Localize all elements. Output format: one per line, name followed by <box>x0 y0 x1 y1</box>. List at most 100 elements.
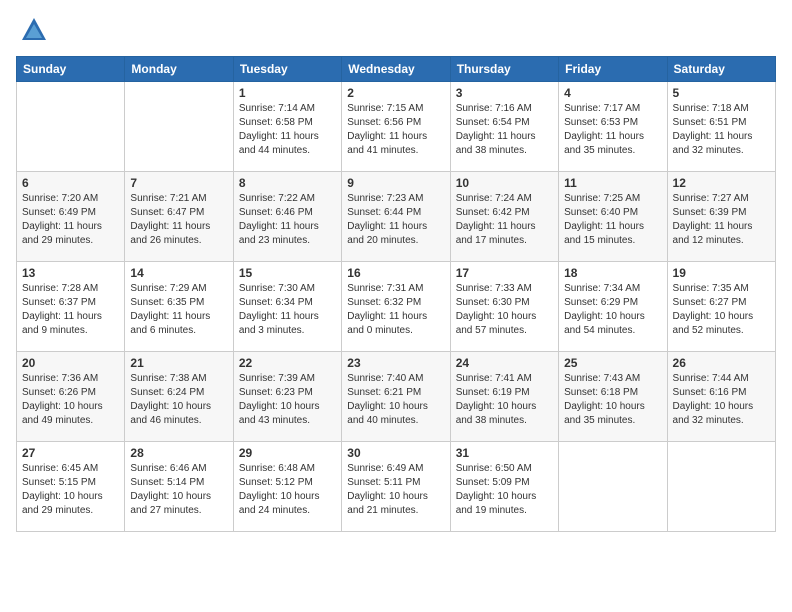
day-info: Sunrise: 7:22 AM Sunset: 6:46 PM Dayligh… <box>239 192 336 248</box>
calendar-cell: 7 Sunrise: 7:21 AM Sunset: 6:47 PM Daylig… <box>125 172 233 262</box>
day-info: Sunrise: 7:40 AM Sunset: 6:21 PM Dayligh… <box>347 372 444 428</box>
header-friday: Friday <box>559 57 667 82</box>
week-row-5: 27 Sunrise: 6:45 AM Sunset: 5:15 PM Dayli… <box>17 442 776 532</box>
day-info: Sunrise: 7:39 AM Sunset: 6:23 PM Dayligh… <box>239 372 336 428</box>
day-number: 6 <box>22 176 119 190</box>
calendar-cell <box>125 82 233 172</box>
week-row-1: 1 Sunrise: 7:14 AM Sunset: 6:58 PM Daylig… <box>17 82 776 172</box>
day-info: Sunrise: 7:23 AM Sunset: 6:44 PM Dayligh… <box>347 192 444 248</box>
day-info: Sunrise: 6:49 AM Sunset: 5:11 PM Dayligh… <box>347 462 444 518</box>
calendar-cell: 23 Sunrise: 7:40 AM Sunset: 6:21 PM Dayli… <box>342 352 450 442</box>
calendar-cell: 14 Sunrise: 7:29 AM Sunset: 6:35 PM Dayli… <box>125 262 233 352</box>
day-number: 22 <box>239 356 336 370</box>
calendar-cell: 17Sunrise: 7:33 AM Sunset: 6:30 PM Dayli… <box>450 262 558 352</box>
logo-icon <box>20 16 48 44</box>
page: Sunday Monday Tuesday Wednesday Thursday… <box>0 0 792 612</box>
calendar-cell: 18Sunrise: 7:34 AM Sunset: 6:29 PM Dayli… <box>559 262 667 352</box>
day-number: 17 <box>456 266 553 280</box>
day-number: 2 <box>347 86 444 100</box>
day-number: 14 <box>130 266 227 280</box>
week-row-2: 6 Sunrise: 7:20 AM Sunset: 6:49 PM Daylig… <box>17 172 776 262</box>
day-number: 8 <box>239 176 336 190</box>
day-number: 5 <box>673 86 770 100</box>
day-number: 26 <box>673 356 770 370</box>
day-info: Sunrise: 7:27 AM Sunset: 6:39 PM Dayligh… <box>673 192 770 248</box>
day-number: 3 <box>456 86 553 100</box>
calendar-cell: 22 Sunrise: 7:39 AM Sunset: 6:23 PM Dayli… <box>233 352 341 442</box>
day-info: Sunrise: 7:35 AM Sunset: 6:27 PM Dayligh… <box>673 282 770 338</box>
day-number: 1 <box>239 86 336 100</box>
calendar-cell: 6 Sunrise: 7:20 AM Sunset: 6:49 PM Daylig… <box>17 172 125 262</box>
calendar-cell: 27 Sunrise: 6:45 AM Sunset: 5:15 PM Dayli… <box>17 442 125 532</box>
calendar-cell: 12 Sunrise: 7:27 AM Sunset: 6:39 PM Dayli… <box>667 172 775 262</box>
calendar-cell: 19 Sunrise: 7:35 AM Sunset: 6:27 PM Dayli… <box>667 262 775 352</box>
calendar-cell: 30 Sunrise: 6:49 AM Sunset: 5:11 PM Dayli… <box>342 442 450 532</box>
calendar-cell: 3 Sunrise: 7:16 AM Sunset: 6:54 PM Daylig… <box>450 82 558 172</box>
day-info: Sunrise: 7:44 AM Sunset: 6:16 PM Dayligh… <box>673 372 770 428</box>
day-number: 27 <box>22 446 119 460</box>
header-tuesday: Tuesday <box>233 57 341 82</box>
calendar-cell: 25Sunrise: 7:43 AM Sunset: 6:18 PM Dayli… <box>559 352 667 442</box>
day-number: 11 <box>564 176 661 190</box>
day-info: Sunrise: 7:14 AM Sunset: 6:58 PM Dayligh… <box>239 102 336 158</box>
day-info: Sunrise: 7:16 AM Sunset: 6:54 PM Dayligh… <box>456 102 553 158</box>
calendar-cell: 26 Sunrise: 7:44 AM Sunset: 6:16 PM Dayli… <box>667 352 775 442</box>
weekday-header-row: Sunday Monday Tuesday Wednesday Thursday… <box>17 57 776 82</box>
day-info: Sunrise: 7:20 AM Sunset: 6:49 PM Dayligh… <box>22 192 119 248</box>
day-number: 29 <box>239 446 336 460</box>
day-number: 15 <box>239 266 336 280</box>
header-monday: Monday <box>125 57 233 82</box>
calendar-cell <box>559 442 667 532</box>
calendar-cell <box>17 82 125 172</box>
day-info: Sunrise: 7:24 AM Sunset: 6:42 PM Dayligh… <box>456 192 553 248</box>
calendar-cell: 8 Sunrise: 7:22 AM Sunset: 6:46 PM Daylig… <box>233 172 341 262</box>
header-wednesday: Wednesday <box>342 57 450 82</box>
calendar-cell: 24Sunrise: 7:41 AM Sunset: 6:19 PM Dayli… <box>450 352 558 442</box>
day-info: Sunrise: 7:29 AM Sunset: 6:35 PM Dayligh… <box>130 282 227 338</box>
day-info: Sunrise: 7:30 AM Sunset: 6:34 PM Dayligh… <box>239 282 336 338</box>
calendar-cell: 9 Sunrise: 7:23 AM Sunset: 6:44 PM Daylig… <box>342 172 450 262</box>
day-number: 10 <box>456 176 553 190</box>
calendar-cell: 16 Sunrise: 7:31 AM Sunset: 6:32 PM Dayli… <box>342 262 450 352</box>
calendar-cell: 20Sunrise: 7:36 AM Sunset: 6:26 PM Dayli… <box>17 352 125 442</box>
calendar-cell: 4Sunrise: 7:17 AM Sunset: 6:53 PM Daylig… <box>559 82 667 172</box>
day-number: 19 <box>673 266 770 280</box>
day-number: 20 <box>22 356 119 370</box>
calendar-cell: 13 Sunrise: 7:28 AM Sunset: 6:37 PM Dayli… <box>17 262 125 352</box>
calendar-cell: 15 Sunrise: 7:30 AM Sunset: 6:34 PM Dayli… <box>233 262 341 352</box>
calendar-cell: 1 Sunrise: 7:14 AM Sunset: 6:58 PM Daylig… <box>233 82 341 172</box>
day-number: 24 <box>456 356 553 370</box>
day-number: 16 <box>347 266 444 280</box>
day-info: Sunrise: 7:31 AM Sunset: 6:32 PM Dayligh… <box>347 282 444 338</box>
day-number: 31 <box>456 446 553 460</box>
day-info: Sunrise: 7:34 AM Sunset: 6:29 PM Dayligh… <box>564 282 661 338</box>
header-thursday: Thursday <box>450 57 558 82</box>
week-row-3: 13 Sunrise: 7:28 AM Sunset: 6:37 PM Dayli… <box>17 262 776 352</box>
week-row-4: 20Sunrise: 7:36 AM Sunset: 6:26 PM Dayli… <box>17 352 776 442</box>
day-number: 28 <box>130 446 227 460</box>
day-number: 25 <box>564 356 661 370</box>
day-number: 23 <box>347 356 444 370</box>
calendar-table: Sunday Monday Tuesday Wednesday Thursday… <box>16 56 776 532</box>
day-info: Sunrise: 6:45 AM Sunset: 5:15 PM Dayligh… <box>22 462 119 518</box>
day-info: Sunrise: 7:28 AM Sunset: 6:37 PM Dayligh… <box>22 282 119 338</box>
calendar-cell: 28Sunrise: 6:46 AM Sunset: 5:14 PM Dayli… <box>125 442 233 532</box>
day-number: 21 <box>130 356 227 370</box>
day-info: Sunrise: 7:17 AM Sunset: 6:53 PM Dayligh… <box>564 102 661 158</box>
calendar-cell: 31Sunrise: 6:50 AM Sunset: 5:09 PM Dayli… <box>450 442 558 532</box>
day-number: 9 <box>347 176 444 190</box>
day-number: 7 <box>130 176 227 190</box>
day-info: Sunrise: 7:18 AM Sunset: 6:51 PM Dayligh… <box>673 102 770 158</box>
day-info: Sunrise: 7:15 AM Sunset: 6:56 PM Dayligh… <box>347 102 444 158</box>
day-info: Sunrise: 6:48 AM Sunset: 5:12 PM Dayligh… <box>239 462 336 518</box>
day-number: 12 <box>673 176 770 190</box>
day-info: Sunrise: 7:38 AM Sunset: 6:24 PM Dayligh… <box>130 372 227 428</box>
day-number: 30 <box>347 446 444 460</box>
calendar-cell: 21 Sunrise: 7:38 AM Sunset: 6:24 PM Dayli… <box>125 352 233 442</box>
day-number: 13 <box>22 266 119 280</box>
calendar-cell: 11 Sunrise: 7:25 AM Sunset: 6:40 PM Dayli… <box>559 172 667 262</box>
day-info: Sunrise: 7:21 AM Sunset: 6:47 PM Dayligh… <box>130 192 227 248</box>
header-saturday: Saturday <box>667 57 775 82</box>
day-info: Sunrise: 7:25 AM Sunset: 6:40 PM Dayligh… <box>564 192 661 248</box>
calendar-cell <box>667 442 775 532</box>
